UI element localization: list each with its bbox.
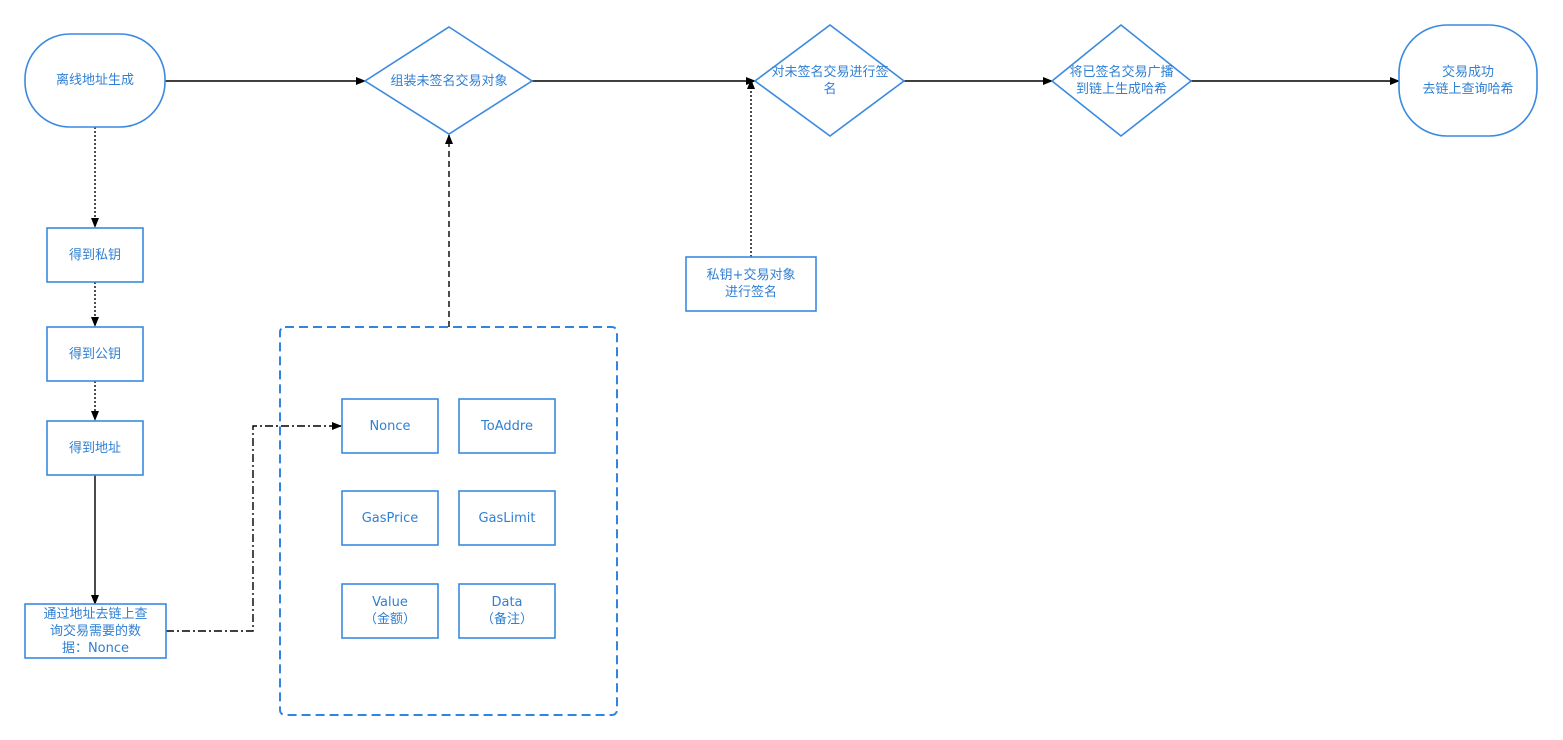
node-assemble[interactable] [363, 26, 534, 135]
node-broadcast[interactable] [1050, 23, 1193, 138]
field-nonce[interactable] [341, 398, 439, 454]
node-privkey-sign[interactable] [685, 256, 817, 312]
node-get-public-key[interactable] [46, 326, 144, 382]
node-get-address[interactable] [46, 420, 144, 476]
node-offline-gen[interactable] [24, 33, 166, 128]
node-query-chain[interactable] [24, 603, 167, 659]
field-gaslimit[interactable] [458, 490, 556, 546]
field-data[interactable] [458, 583, 556, 639]
field-gasprice[interactable] [341, 490, 439, 546]
field-value[interactable] [341, 583, 439, 639]
transaction-fields-container[interactable] [279, 326, 618, 716]
node-success[interactable] [1398, 24, 1538, 137]
node-get-private-key[interactable] [46, 227, 144, 283]
field-toaddre[interactable] [458, 398, 556, 454]
edge-query-to-nonce [166, 422, 342, 632]
node-sign[interactable] [753, 23, 906, 137]
diagram-canvas [24, 23, 1538, 716]
